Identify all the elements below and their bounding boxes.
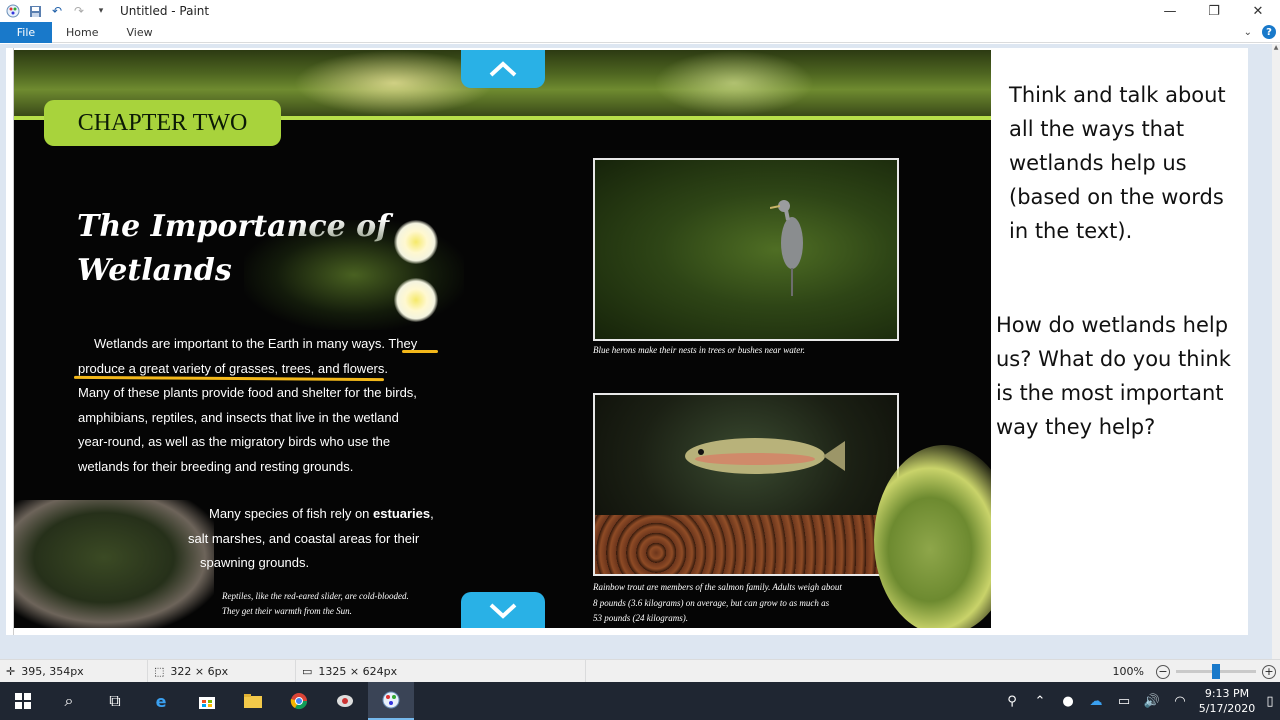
text-line: year-round, as well as the migratory bir… [78,434,391,449]
zoom-level: 100% [1112,665,1144,678]
selection-icon: ⬚ [154,664,165,678]
vertical-scrollbar[interactable]: ▲ [1272,44,1280,659]
caption-line: They get their warmth from the Sun. [222,606,352,616]
text-line: amphibians, reptiles, and insects that l… [78,409,399,425]
clock-time: 9:13 PM [1204,687,1250,700]
chapter-label: CHAPTER TWO [44,100,281,146]
app-tray-icon[interactable]: ● [1054,682,1082,720]
text-line: wetlands for their breeding and resting … [78,458,354,474]
next-page-button[interactable] [461,592,545,628]
selection-size-value: 322 × 6px [170,664,229,678]
image-canvas[interactable]: CHAPTER TWO The Importance of Wetlands W… [6,48,1248,635]
notifications-icon[interactable]: ▯ [1260,682,1280,720]
previous-page-button[interactable] [461,50,545,88]
zoom-slider-thumb[interactable] [1212,664,1220,679]
redo-icon[interactable]: ↷ [71,3,87,19]
wifi-icon[interactable]: ◠ [1166,682,1194,720]
caption-line: Reptiles, like the red-eared slider, are… [222,591,409,601]
collapse-ribbon-icon[interactable]: ⌄ [1244,27,1252,38]
minimize-button[interactable]: — [1148,0,1192,22]
close-button[interactable]: ✕ [1236,0,1280,22]
onedrive-icon[interactable]: ☁ [1082,682,1110,720]
discussion-prompt-1: Think and talk about all the ways that w… [1009,83,1226,243]
tab-view[interactable]: View [112,26,166,39]
heron-illustration [770,200,803,296]
water-lily-image [244,220,464,330]
image-size: ▭ 1325 × 624px [296,659,586,683]
paint-taskbar-icon[interactable] [368,682,414,720]
image-size-icon: ▭ [302,664,313,678]
ribbon-tabs: File Home View ⌄ ? [0,21,1280,43]
text-line: salt marshes, and coastal areas for thei… [188,530,420,546]
zoom-in-button[interactable]: + [1262,664,1276,679]
windows-logo-icon [15,693,31,709]
chrome-icon[interactable] [276,682,322,720]
edge-browser-icon[interactable]: e [138,682,184,720]
store-icon[interactable] [184,682,230,720]
title-bar: ↶ ↷ ▾ Untitled - Paint — ❐ ✕ [0,0,1280,22]
highlight-underline [402,350,438,353]
undo-icon[interactable]: ↶ [49,3,65,19]
screen-recorder-icon[interactable] [322,682,368,720]
people-icon[interactable]: ⚲ [998,682,1026,720]
caption-line: Rainbow trout are members of the salmon … [593,582,842,592]
trout-caption: Rainbow trout are members of the salmon … [593,580,883,627]
zoom-slider[interactable] [1176,664,1256,679]
canvas-left-edge [6,48,14,635]
zoom-controls: 100% − + [1113,660,1280,683]
search-icon[interactable]: ⌕ [46,682,92,720]
cursor-position-value: 395, 354px [21,664,84,678]
file-explorer-icon[interactable] [230,682,276,720]
trout-illustration [685,438,845,474]
status-bar: ✛ 395, 354px ⬚ 322 × 6px ▭ 1325 × 624px … [0,659,1280,683]
start-button[interactable] [0,682,46,720]
tab-home[interactable]: Home [52,26,112,39]
caption-line: 53 pounds (24 kilograms). [593,613,688,623]
maximize-button[interactable]: ❐ [1192,0,1236,22]
ebook-page-image[interactable]: CHAPTER TWO The Importance of Wetlands W… [14,50,991,628]
chevron-down-icon [489,603,517,619]
image-size-value: 1325 × 624px [318,664,398,678]
paint-app-icon[interactable] [5,3,21,19]
paragraph-wetlands: Wetlands are important to the Earth in m… [78,332,438,479]
help-icon[interactable]: ? [1262,25,1276,39]
trout-photo [593,393,899,576]
scroll-up-arrow-icon[interactable]: ▲ [1272,44,1280,54]
text-line: spawning grounds. [200,555,310,570]
chevron-up-icon [489,61,517,77]
quick-access-toolbar: ↶ ↷ ▾ [0,0,112,22]
turtle-caption: Reptiles, like the red-eared slider, are… [222,589,432,619]
clock-date: 5/17/2020 [1198,702,1256,715]
caption-line: 8 pounds (3.6 kilograms) on average, but… [593,597,830,608]
show-hidden-icons-icon[interactable]: ⌃ [1026,682,1054,720]
discussion-prompt-2: How do wetlands help us? What do you thi… [996,313,1231,439]
system-tray: ⚲ ⌃ ● ☁ ▭ 🔊 ◠ 9:13 PM 5/17/2020 ▯ [998,682,1280,720]
customize-toolbar-icon[interactable]: ▾ [93,3,109,19]
volume-icon[interactable]: 🔊 [1138,682,1166,720]
battery-icon[interactable]: ▭ [1110,682,1138,720]
discussion-panel: Think and talk about all the ways that w… [993,48,1248,635]
clock[interactable]: 9:13 PM 5/17/2020 [1194,686,1260,716]
paragraph-fish: Many species of fish rely on estuaries, … [188,502,448,576]
heron-caption: Blue herons make their nests in trees or… [593,345,806,355]
selection-size: ⬚ 322 × 6px [148,659,296,683]
heron-photo [593,158,899,341]
windows-taskbar: ⌕ ⧉ e ⚲ ⌃ ● ☁ ▭ 🔊 ◠ 9:13 PM 5/17/2020 ▯ [0,682,1280,720]
canvas-workspace: CHAPTER TWO The Importance of Wetlands W… [0,44,1272,659]
window-title: Untitled - Paint [120,4,210,18]
turtle-image [14,500,214,628]
text-line: Many species of fish rely on estuaries, [209,506,434,521]
cursor-position-icon: ✛ [6,664,16,678]
task-view-icon[interactable]: ⧉ [92,682,138,720]
cursor-position: ✛ 395, 354px [0,659,148,683]
tab-file[interactable]: File [0,21,52,43]
zoom-out-button[interactable]: − [1156,664,1170,679]
text-line: Many of these plants provide food and sh… [78,385,417,400]
text-line: Wetlands are important to the Earth in m… [94,336,418,351]
save-icon[interactable] [27,3,43,19]
